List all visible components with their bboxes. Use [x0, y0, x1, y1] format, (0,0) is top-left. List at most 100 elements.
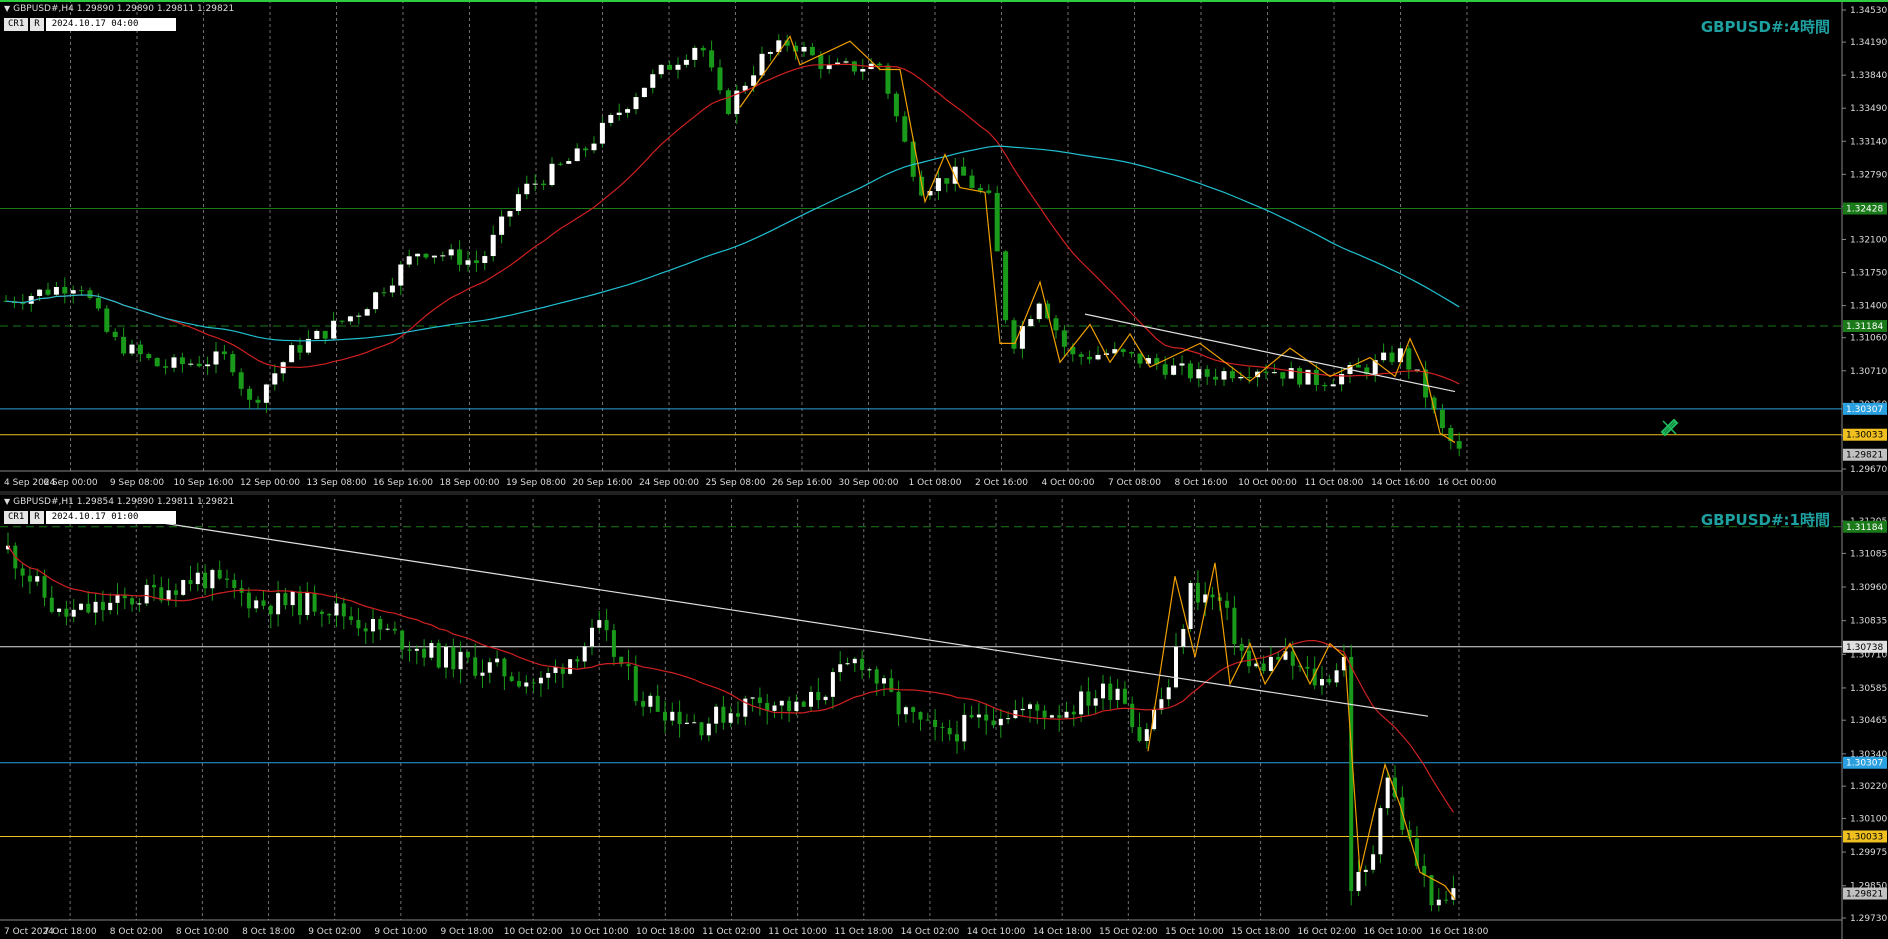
candle-body	[845, 663, 850, 665]
candle-body	[574, 148, 580, 162]
h1-chart-canvas[interactable]: 7 Oct 20247 Oct 18:00 8 Oct 02:00 8 Oct 10…	[0, 495, 1888, 939]
candle-body	[49, 597, 54, 612]
candle-body	[232, 579, 237, 588]
h4-r-button[interactable]: R	[30, 18, 44, 31]
h4-cr1-button[interactable]: CR1	[4, 18, 29, 31]
candle-body	[217, 569, 222, 579]
candle-body	[787, 700, 792, 711]
candle-body	[319, 611, 324, 614]
time-label: 16 Oct 00:00	[1438, 478, 1497, 488]
h1-date-field[interactable]: 2024.10.17 01:00	[45, 511, 176, 524]
price-tick-label: 1.33140	[1850, 137, 1887, 147]
h1-cr1-button[interactable]: CR1	[4, 511, 29, 524]
candle-body	[451, 646, 456, 670]
candle-body	[225, 578, 229, 580]
candle-body	[392, 628, 397, 631]
candle-body	[675, 64, 681, 70]
candle-body	[650, 74, 656, 88]
candle-body	[385, 628, 390, 630]
candle-body	[129, 344, 135, 354]
candle-body	[221, 351, 227, 355]
candle-body	[977, 187, 983, 191]
candle-body	[541, 183, 547, 186]
candle-body	[100, 601, 105, 611]
h4-chart-pane[interactable]: 4 Sep 2024 6 Sep 00:00 9 Sep 08:00 10 Sep 1…	[0, 0, 1888, 491]
candle-body	[658, 64, 664, 75]
level-price-label: 1.30033	[1846, 431, 1883, 441]
time-label: 2 Oct 16:00	[975, 478, 1028, 488]
candle-body	[1406, 348, 1412, 370]
candle-body	[407, 649, 412, 651]
candle-body	[1247, 650, 1251, 667]
h1-r-button[interactable]: R	[30, 511, 44, 524]
candle-body	[1229, 371, 1235, 379]
candle-body	[725, 90, 731, 114]
candle-body	[406, 256, 412, 265]
time-label: 14 Oct 02:00	[901, 927, 960, 937]
candle-body	[1086, 691, 1091, 706]
candle-body	[1129, 352, 1135, 354]
candle-body	[448, 249, 454, 256]
candle-body	[568, 659, 573, 674]
h1-chart-pane[interactable]: 7 Oct 2024 7 Oct 18:00 8 Oct 02:00 8 Oct 10…	[0, 495, 1888, 939]
candle-body	[1144, 729, 1149, 741]
h4-date-field[interactable]: 2024.10.17 04:00	[45, 18, 176, 31]
price-tick-label: 1.30710	[1850, 367, 1887, 377]
time-label: 16 Oct 18:00	[1430, 927, 1489, 937]
candle-body	[373, 292, 379, 310]
candle-body	[465, 260, 471, 265]
price-tick-label: 1.30585	[1850, 684, 1887, 694]
candle-body	[457, 249, 463, 265]
level-price-label: 1.31184	[1846, 523, 1883, 533]
candle-body	[728, 713, 733, 723]
candle-body	[759, 53, 765, 76]
price-tick-label: 1.29730	[1850, 914, 1887, 924]
candle-body	[331, 320, 337, 339]
candle-body	[692, 47, 698, 60]
candle-body	[339, 320, 345, 322]
candle-body	[655, 695, 660, 712]
h4-chart-canvas[interactable]: 4 Sep 20246 Sep 00:00 9 Sep 08:00 10 Sep 1…	[0, 2, 1888, 491]
candle-body	[1064, 711, 1069, 718]
pencil-eraser-icon[interactable]	[1660, 418, 1679, 437]
candle-body	[566, 161, 572, 164]
candle-body	[1087, 356, 1093, 360]
candle-body	[524, 682, 529, 687]
candle-body	[1313, 369, 1319, 385]
candle-body	[1162, 364, 1168, 375]
candle-body	[1115, 688, 1120, 700]
candle-body	[874, 669, 879, 684]
candle-body	[347, 316, 353, 322]
candle-body	[611, 630, 616, 657]
candle-body	[356, 315, 362, 317]
candle-body	[1071, 711, 1076, 715]
h4-timeframe-label: GBPUSD#:4時間	[1700, 18, 1830, 36]
candle-body	[179, 357, 185, 365]
candles	[6, 532, 1456, 912]
candle-body	[45, 289, 51, 295]
level-price-label: 1.30738	[1846, 643, 1883, 653]
candle-body	[1188, 582, 1193, 630]
candle-body	[334, 603, 339, 616]
candle-body	[1166, 687, 1171, 700]
candle-body	[721, 706, 726, 723]
time-label: 12 Sep 00:00	[240, 478, 300, 488]
candle-body	[709, 50, 715, 68]
candle-body	[79, 603, 83, 610]
candle-body	[188, 363, 194, 365]
candle-body	[700, 47, 706, 51]
candle-body	[1187, 363, 1193, 379]
level-price-label: 1.30033	[1846, 832, 1883, 842]
candle-body	[557, 163, 563, 165]
time-label: 30 Sep 00:00	[838, 478, 898, 488]
candle-body	[509, 676, 514, 682]
candle-body	[238, 372, 244, 389]
candle-body	[801, 701, 806, 707]
candle-body	[772, 705, 777, 711]
candle-body	[935, 178, 941, 192]
candle-body	[490, 234, 496, 257]
candle-body	[532, 183, 538, 185]
candle-body	[524, 183, 530, 195]
time-label: 1 Oct 08:00	[909, 478, 962, 488]
candle-body	[1101, 683, 1105, 699]
